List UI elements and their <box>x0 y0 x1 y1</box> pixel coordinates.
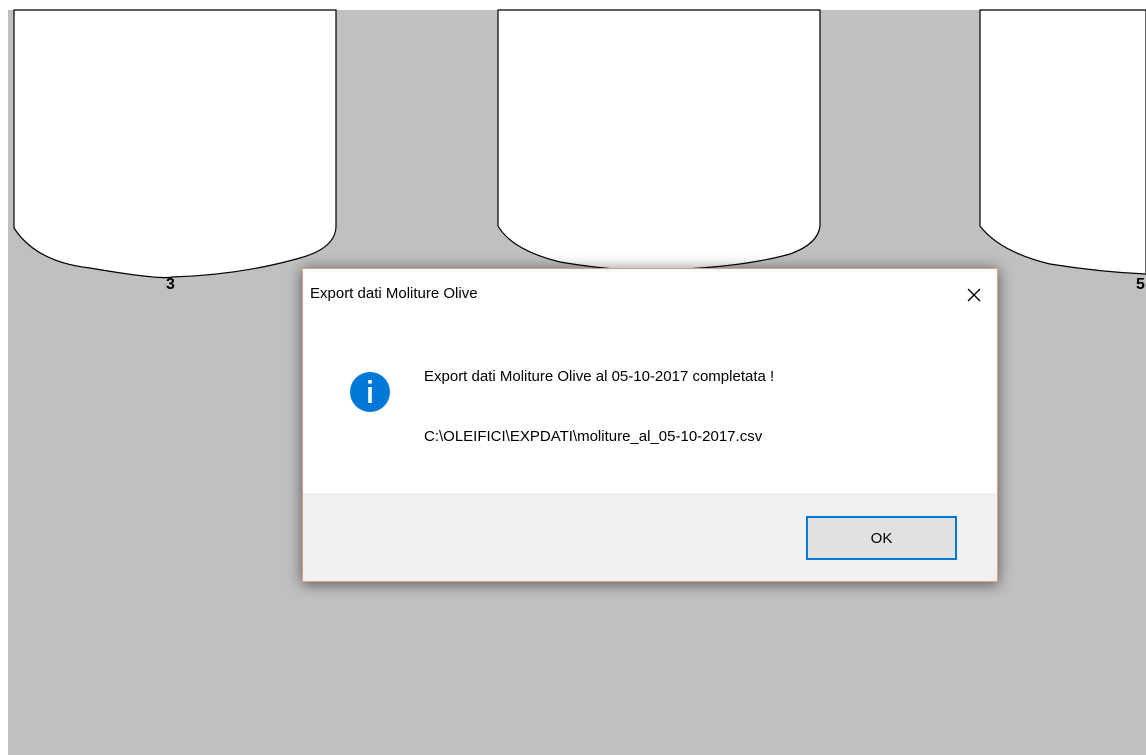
message-dialog: Export dati Moliture Olive Export dati M… <box>302 268 998 582</box>
dialog-button-bar: OK <box>303 493 997 581</box>
tank-5 <box>979 9 1146 275</box>
tanks-graphic <box>13 9 1146 279</box>
dialog-titlebar[interactable]: Export dati Moliture Olive <box>303 269 997 321</box>
tank-3 <box>13 9 337 279</box>
tank-4 <box>497 9 821 271</box>
dialog-title: Export dati Moliture Olive <box>310 285 478 302</box>
dialog-message-area: Export dati Moliture Olive al 05-10-2017… <box>303 321 997 492</box>
dialog-message: Export dati Moliture Olive al 05-10-2017… <box>424 368 775 385</box>
ok-button[interactable]: OK <box>806 516 957 560</box>
tank-label-3: 3 <box>166 276 175 293</box>
tank-label-5: 5 <box>1136 276 1145 293</box>
close-icon <box>967 288 981 302</box>
close-button[interactable] <box>951 269 997 321</box>
info-icon <box>350 372 390 412</box>
dialog-file-path: C:\OLEIFICI\EXPDATI\moliture_al_05-10-20… <box>424 428 763 445</box>
